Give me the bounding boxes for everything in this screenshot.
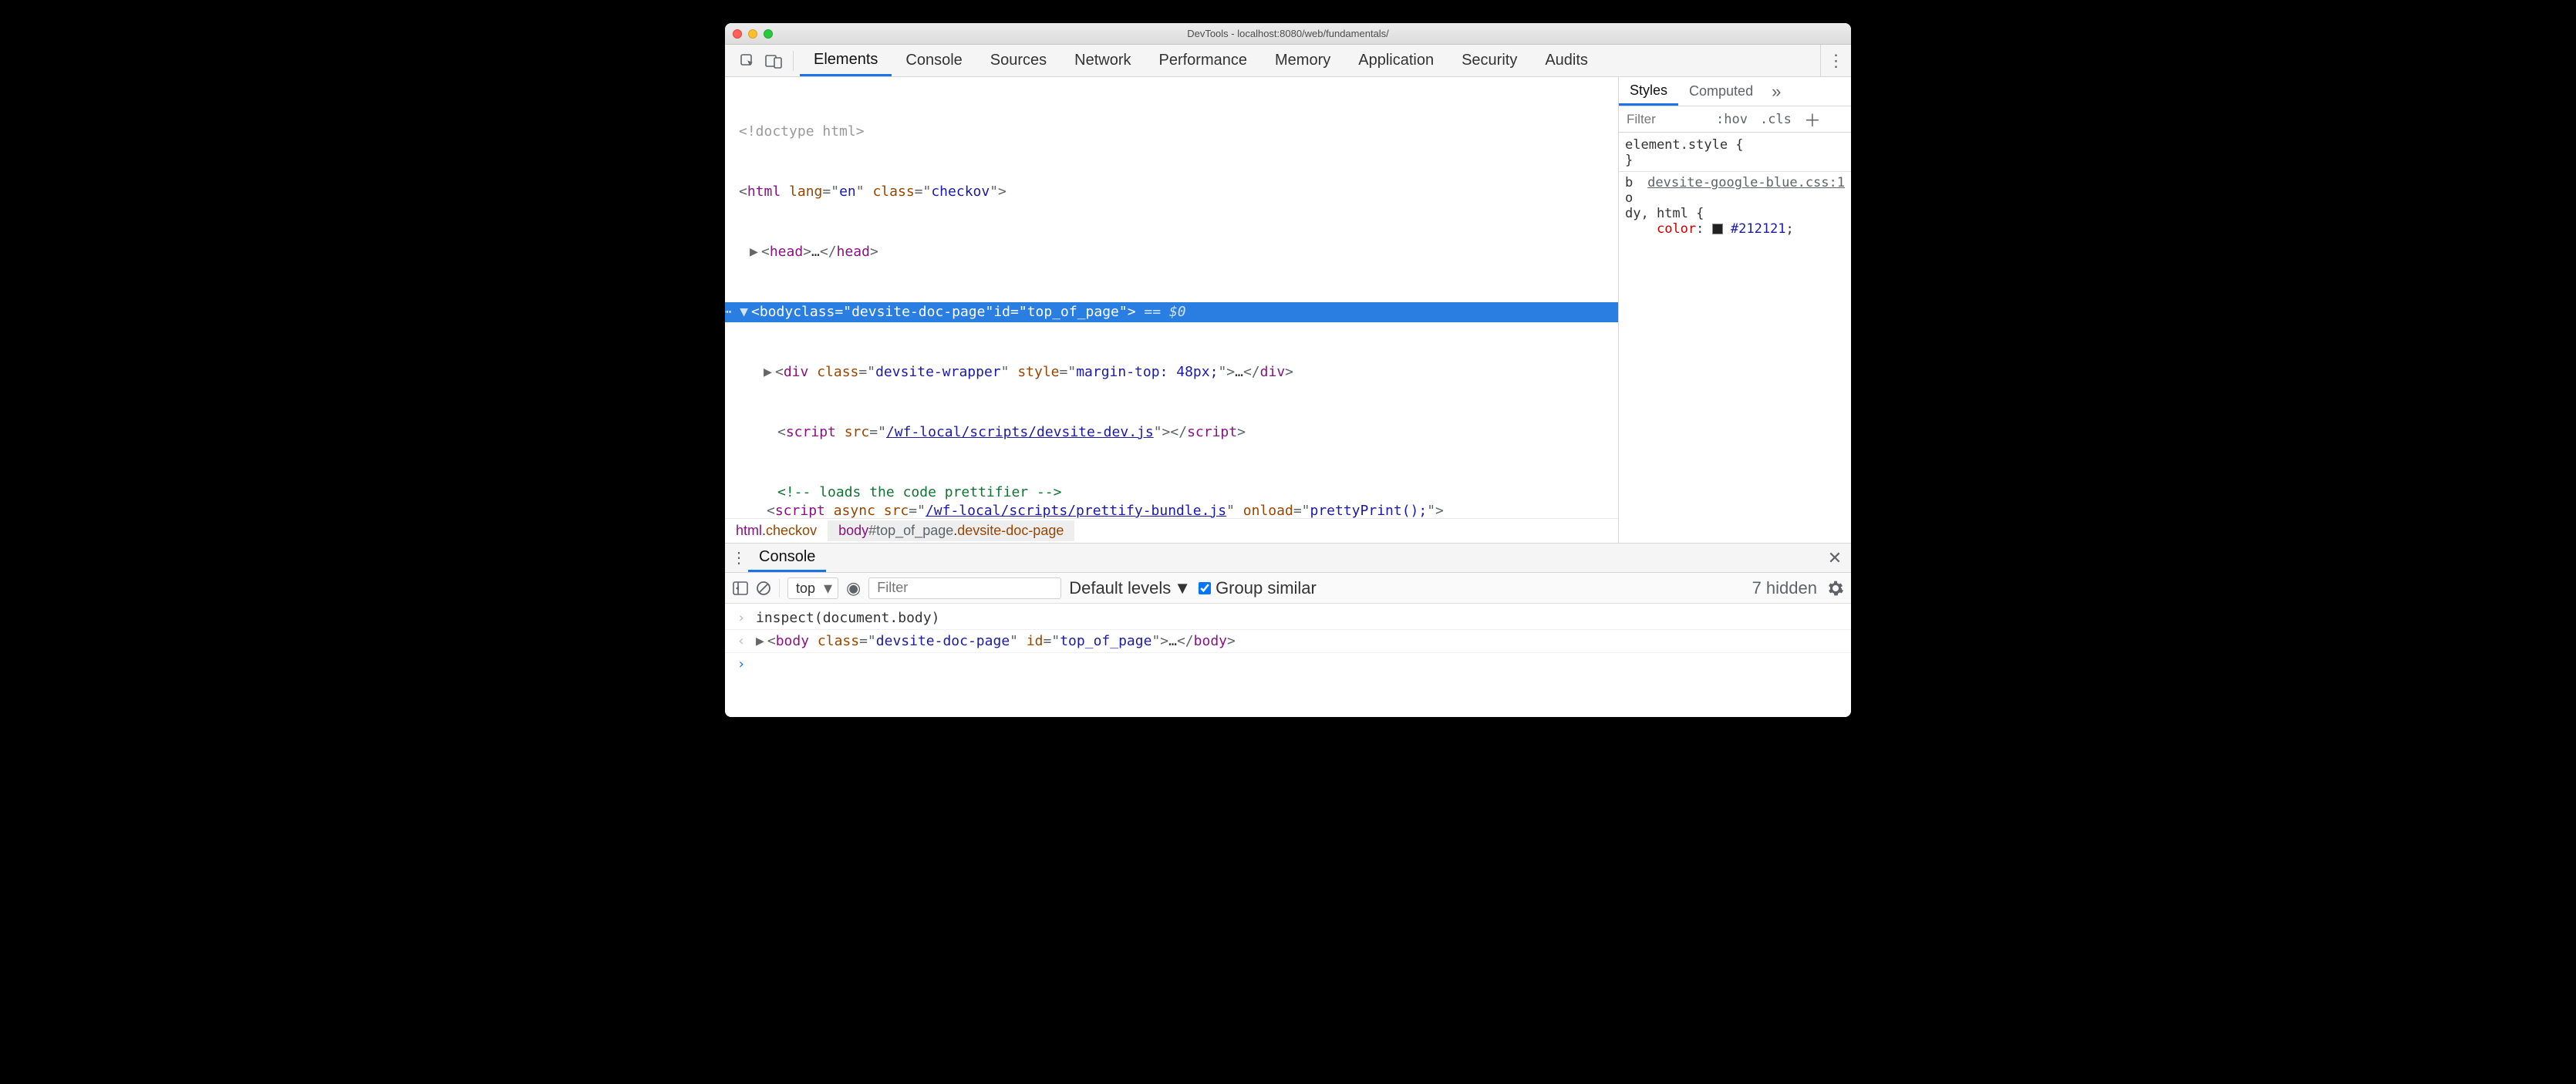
sidebar-tab-computed[interactable]: Computed bbox=[1678, 77, 1764, 106]
crumb-html[interactable]: html.checkov bbox=[725, 520, 828, 541]
devtools-window: DevTools - localhost:8080/web/fundamenta… bbox=[725, 23, 1851, 717]
element-style-rule[interactable]: element.style {} bbox=[1625, 137, 1845, 168]
styles-body[interactable]: element.style {} b devsite-google-blue.c… bbox=[1619, 133, 1851, 543]
dom-head[interactable]: ▶<head>…</head> bbox=[736, 242, 1618, 262]
elements-panel: <!doctype html> <html lang="en" class="c… bbox=[725, 77, 1618, 543]
hov-toggle[interactable]: :hov bbox=[1710, 112, 1754, 127]
dom-script-1[interactable]: <script src="/wf-local/scripts/devsite-d… bbox=[736, 422, 1618, 443]
tab-performance[interactable]: Performance bbox=[1145, 45, 1262, 76]
source-link[interactable]: devsite-google-blue.css:1 bbox=[1647, 175, 1845, 190]
tab-elements[interactable]: Elements bbox=[800, 45, 892, 76]
cls-toggle[interactable]: .cls bbox=[1754, 112, 1798, 127]
color-swatch[interactable] bbox=[1712, 224, 1723, 234]
toolbar-separator bbox=[793, 51, 794, 71]
dom-comment[interactable]: <!-- loads the code prettifier --> bbox=[736, 483, 1618, 503]
panel-tabs: Elements Console Sources Network Perform… bbox=[800, 45, 1602, 76]
tab-security[interactable]: Security bbox=[1448, 45, 1531, 76]
tab-audits[interactable]: Audits bbox=[1531, 45, 1602, 76]
window-title: DevTools - localhost:8080/web/fundamenta… bbox=[725, 28, 1851, 39]
console-input-row[interactable]: › inspect(document.body) bbox=[725, 607, 1851, 630]
group-similar-checkbox[interactable]: Group similar bbox=[1199, 578, 1317, 598]
drawer-menu-icon[interactable]: ⋮ bbox=[730, 548, 748, 567]
group-similar-input[interactable] bbox=[1199, 582, 1211, 594]
input-chevron-icon: › bbox=[734, 610, 748, 626]
log-levels-dropdown[interactable]: Default levels ▼ bbox=[1069, 578, 1191, 598]
sidebar-tab-styles[interactable]: Styles bbox=[1619, 77, 1678, 106]
console-prompt-row[interactable]: › bbox=[725, 653, 1851, 675]
context-select[interactable]: top bbox=[787, 577, 838, 599]
console-filter-input[interactable] bbox=[868, 577, 1061, 599]
sidebar-filter-bar: :hov .cls ＋ bbox=[1619, 106, 1851, 133]
dom-doctype[interactable]: <!doctype html> bbox=[736, 122, 1618, 142]
console-result-text: ▶<body class="devsite-doc-page" id="top_… bbox=[756, 633, 1236, 649]
new-style-rule-icon[interactable]: ＋ bbox=[1798, 107, 1827, 132]
console-toolbar: top ◉ Default levels ▼ Group similar 7 h… bbox=[725, 573, 1851, 604]
sidebar-tabs: Styles Computed » bbox=[1619, 77, 1851, 106]
tab-application[interactable]: Application bbox=[1344, 45, 1448, 76]
drawer-bar: ⋮ Console ✕ bbox=[725, 544, 1851, 573]
styles-sidebar: Styles Computed » :hov .cls ＋ element.st… bbox=[1618, 77, 1851, 543]
styles-filter-input[interactable] bbox=[1619, 112, 1710, 127]
device-toolbar-icon[interactable] bbox=[760, 48, 787, 74]
drawer-tab-console[interactable]: Console bbox=[748, 544, 826, 572]
console-settings-icon[interactable] bbox=[1828, 581, 1843, 596]
dom-div-wrapper[interactable]: ▶<div class="devsite-wrapper" style="mar… bbox=[736, 362, 1618, 382]
dom-tree[interactable]: <!doctype html> <html lang="en" class="c… bbox=[725, 77, 1618, 543]
tab-memory[interactable]: Memory bbox=[1261, 45, 1344, 76]
titlebar: DevTools - localhost:8080/web/fundamenta… bbox=[725, 23, 1851, 45]
console-result-row[interactable]: ‹ ▶<body class="devsite-doc-page" id="to… bbox=[725, 630, 1851, 653]
main-split: <!doctype html> <html lang="en" class="c… bbox=[725, 77, 1851, 544]
drawer-close-icon[interactable]: ✕ bbox=[1823, 548, 1846, 568]
output-chevron-icon: ‹ bbox=[734, 633, 748, 649]
main-toolbar: Elements Console Sources Network Perform… bbox=[725, 45, 1851, 77]
css-rule[interactable]: b devsite-google-blue.css:1 o dy, html {… bbox=[1625, 175, 1845, 237]
hidden-count[interactable]: 7 hidden bbox=[1752, 578, 1817, 598]
console-log[interactable]: › inspect(document.body) ‹ ▶<body class=… bbox=[725, 604, 1851, 717]
main-menu-icon[interactable]: ⋮ bbox=[1820, 45, 1851, 76]
breadcrumb: html.checkov body#top_of_page.devsite-do… bbox=[725, 518, 1618, 543]
live-expression-icon[interactable]: ◉ bbox=[846, 578, 861, 598]
dom-body-open[interactable]: ⋯ ▼<body class="devsite-doc-page" id="to… bbox=[725, 302, 1618, 322]
console-sidebar-icon[interactable] bbox=[733, 581, 748, 595]
console-input-text: inspect(document.body) bbox=[756, 610, 939, 626]
tab-sources[interactable]: Sources bbox=[976, 45, 1060, 76]
inspect-element-icon[interactable] bbox=[734, 48, 760, 74]
clear-console-icon[interactable] bbox=[756, 581, 771, 596]
tab-console[interactable]: Console bbox=[892, 45, 976, 76]
crumb-body[interactable]: body#top_of_page.devsite-doc-page bbox=[828, 520, 1074, 541]
dom-html-open[interactable]: <html lang="en" class="checkov"> bbox=[736, 182, 1618, 202]
tab-network[interactable]: Network bbox=[1060, 45, 1145, 76]
sidebar-more-icon[interactable]: » bbox=[1764, 82, 1789, 102]
prompt-chevron-icon: › bbox=[734, 656, 748, 672]
console-drawer: ⋮ Console ✕ top ◉ bbox=[725, 544, 1851, 717]
